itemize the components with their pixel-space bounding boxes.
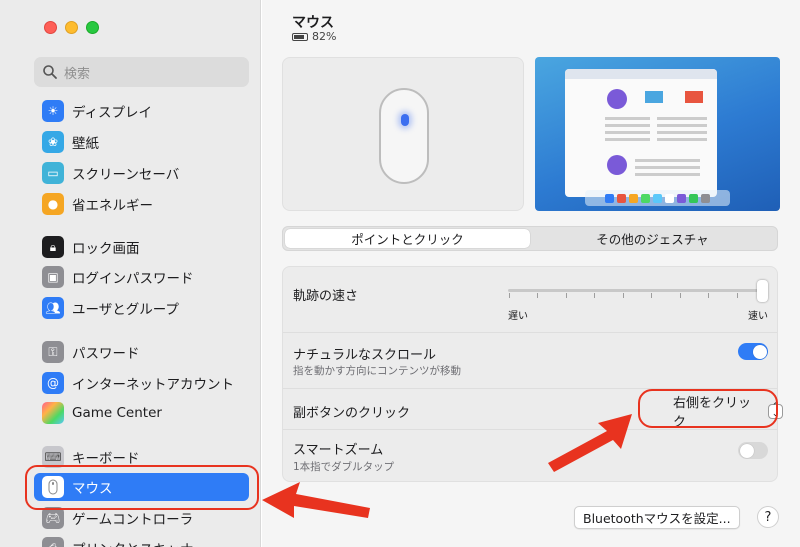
annotation-arrow-to-popup [548, 414, 632, 472]
annotation-arrow-to-sidebar [262, 482, 370, 518]
annotation-arrows [262, 414, 632, 518]
system-settings-window: 検索 ☀ ディスプレイ ❀ 壁紙 ▭ スクリーンセーバ ● 省エネルギー 🔒︎ … [0, 0, 800, 547]
